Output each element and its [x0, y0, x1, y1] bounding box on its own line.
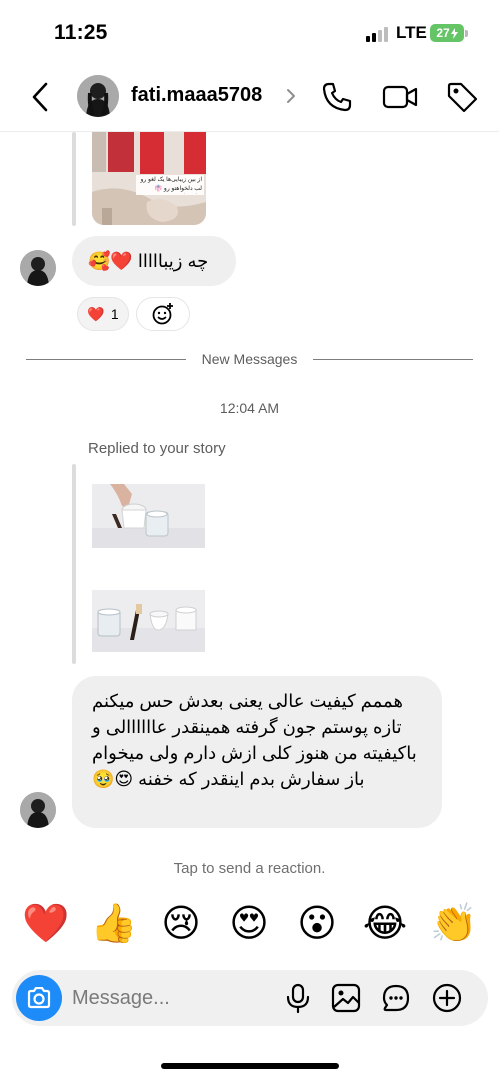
back-button[interactable] [26, 80, 56, 114]
timestamp: 12:04 AM [219, 400, 280, 416]
network-label: LTE [396, 23, 427, 42]
gallery-button[interactable] [330, 982, 362, 1014]
clapping-reaction-button[interactable]: 👏 [430, 900, 477, 946]
thumbs-up-reaction-button[interactable]: 👍 [90, 900, 137, 946]
surprised-reaction-button[interactable]: 😮 [294, 900, 340, 946]
signal-icon [366, 26, 390, 42]
add-button[interactable] [431, 982, 463, 1014]
video-camera-icon [382, 85, 418, 109]
status-bar: 11:25 LTE 27 [0, 0, 499, 62]
crying-reaction-button[interactable]: 😢 [158, 900, 204, 946]
microphone-button[interactable] [282, 982, 314, 1014]
heart-reaction-emoji: ❤️ [87, 305, 105, 322]
heart-reaction-button[interactable]: ❤️ [22, 900, 69, 946]
chat-header: fati.maaa5708 [0, 62, 499, 132]
camera-icon [27, 987, 51, 1009]
quick-reactions: ❤️ 👍 😢 😍 😮 😂 👏 [0, 900, 499, 948]
home-indicator [161, 1063, 339, 1069]
microphone-icon [286, 983, 310, 1014]
quote-bar [72, 132, 76, 226]
chevron-right-icon[interactable] [284, 86, 298, 106]
tag-icon [447, 82, 478, 113]
story-image-2[interactable] [92, 590, 205, 652]
replied-to-story-label: Replied to your story [88, 440, 226, 457]
battery-level: 27 [436, 26, 450, 40]
message-bubble[interactable]: هممم کیفیت عالی یعنی بعدش حس میکنم تازه … [72, 676, 442, 828]
video-call-button[interactable] [381, 80, 419, 114]
heart-eyes-reaction-button[interactable]: 😍 [226, 900, 272, 946]
battery-icon: 27 [430, 24, 464, 42]
tag-button[interactable] [445, 80, 479, 114]
sticker-button[interactable] [380, 982, 412, 1014]
username[interactable]: fati.maaa5708 [131, 84, 262, 107]
reaction-badge[interactable]: ❤️ 1 [77, 297, 129, 331]
reaction-count: 1 [110, 306, 119, 322]
plus-circle-icon [432, 983, 462, 1013]
status-time: 11:25 [54, 21, 108, 44]
message-text: هممم کیفیت عالی یعنی بعدش حس میکنم تازه … [92, 691, 417, 789]
sender-avatar[interactable] [20, 792, 56, 828]
story-image-1[interactable] [92, 484, 205, 548]
battery-cap [465, 30, 468, 37]
divider-right [313, 359, 473, 360]
phone-call-button[interactable] [320, 80, 354, 114]
phone-icon [322, 82, 352, 112]
story-thumbnail[interactable]: از بین زیبایی‌ها یک لغو رو لب دلخواهتو ر… [92, 132, 206, 225]
add-emoji-icon [152, 303, 173, 325]
image-icon [331, 983, 361, 1013]
message-composer [12, 970, 488, 1026]
sender-avatar[interactable] [20, 250, 56, 286]
avatar[interactable] [77, 75, 119, 117]
camera-button[interactable] [16, 975, 62, 1021]
message-bubble[interactable]: چه زیبااااا ❤️🥰 [72, 236, 236, 286]
story-caption: از بین زیبایی‌ها یک لغو رو لب دلخواهتو ر… [140, 177, 202, 192]
add-reaction-button[interactable] [136, 297, 190, 331]
message-text: چه زیبااااا ❤️🥰 [88, 251, 209, 271]
chat-bubble-icon [382, 984, 410, 1012]
message-input[interactable] [72, 985, 272, 1011]
tap-to-react-hint: Tap to send a reaction. [173, 860, 326, 877]
quote-bar [72, 464, 76, 664]
chevron-left-icon [32, 82, 48, 112]
laughing-reaction-button[interactable]: 😂 [362, 900, 408, 946]
